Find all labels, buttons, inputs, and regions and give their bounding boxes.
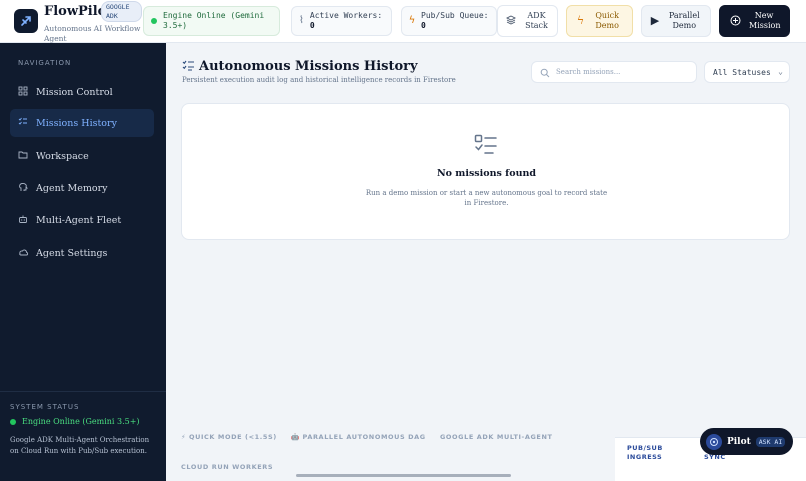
play-icon: ▶ (650, 14, 660, 27)
adk-stack-button[interactable]: ADK Stack (497, 5, 558, 37)
robot-icon (18, 214, 36, 227)
brand-tagline: Autonomous AI Workflow Agent (44, 24, 141, 43)
badge-line-2: ADK (106, 12, 118, 20)
zap-icon: ϟ (409, 15, 416, 26)
ask-ai-badge: ASK AI (755, 436, 786, 447)
pilot-label: Pilot (727, 436, 751, 447)
quick-demo-label: Quick Demo (595, 11, 619, 30)
badge-line-1: GOOGLE (106, 3, 130, 11)
parallel-demo-label: Parallel Demo (668, 11, 700, 30)
lightning-icon: ϟ (576, 14, 585, 27)
sidebar-item-missions-history[interactable]: Missions History (10, 109, 154, 137)
status-filter-select[interactable]: All Statuses ⌄ (704, 61, 790, 83)
footer-tag-cloud-run: CLOUD RUN WORKERS (181, 463, 274, 471)
online-dot-icon (151, 18, 157, 24)
sidebar-item-mission-control[interactable]: Mission Control (10, 78, 154, 106)
list-check-icon (18, 117, 36, 130)
empty-state-description: Run a demo mission or start a new autono… (365, 189, 608, 207)
pubsub-ingress-line-2: INGRESS (627, 453, 663, 461)
sidebar-item-agent-settings[interactable]: Agent Settings (10, 239, 154, 267)
footer-tag-quick-mode: ⚡ QUICK MODE (<1.5S) (181, 433, 277, 441)
pubsub-queue-pill: ϟ Pub/Sub Queue: 0 (401, 6, 497, 36)
folder-icon (18, 150, 36, 163)
parallel-demo-button[interactable]: ▶ Parallel Demo (641, 5, 711, 37)
chevron-down-icon: ⌄ (778, 67, 783, 76)
missions-history-icon (182, 60, 195, 75)
active-workers-label: Active Workers: (309, 11, 383, 20)
empty-state-card: No missions found Run a demo mission or … (181, 103, 790, 240)
navigation-title: NAVIGATION (18, 59, 72, 67)
page-subtitle: Persistent execution audit log and histo… (182, 76, 456, 84)
sidebar-item-label: Mission Control (36, 86, 113, 98)
activity-icon: ⌇ (299, 15, 304, 26)
sidebar-item-multi-agent-fleet[interactable]: Multi-Agent Fleet (10, 206, 154, 234)
engine-status-pill: Engine Online (Gemini 3.5+) (143, 6, 280, 36)
horizontal-scrollbar[interactable] (296, 474, 511, 477)
sidebar-item-label: Missions History (36, 117, 117, 129)
system-description: Google ADK Multi-Agent Orchestration on … (10, 436, 150, 455)
pilot-logo-icon (706, 433, 722, 450)
google-adk-badge: GOOGLE ADK (101, 1, 142, 22)
footer-tag-parallel-dag: 🤖 PARALLEL AUTONOMOUS DAG (291, 433, 426, 441)
search-box[interactable] (531, 61, 697, 83)
pubsub-ingress-line-1: PUB/SUB (627, 444, 663, 452)
brain-icon (18, 182, 36, 195)
sidebar-item-label: Agent Settings (36, 247, 108, 259)
quick-demo-button[interactable]: ϟ Quick Demo (566, 5, 633, 37)
sidebar-item-label: Workspace (36, 150, 89, 162)
online-dot-icon (10, 418, 16, 425)
pubsub-value: 0 (421, 21, 426, 30)
new-mission-label: New Mission (749, 11, 781, 30)
empty-list-icon (474, 134, 498, 160)
status-filter-value: All Statuses (713, 67, 771, 77)
pilot-ask-ai-button[interactable]: Pilot ASK AI (700, 428, 793, 455)
pubsub-ingress-link[interactable]: PUB/SUB INGRESS (627, 444, 663, 462)
cloud-icon (18, 247, 36, 260)
system-status-text: Engine Online (Gemini 3.5+) (22, 417, 140, 426)
new-mission-button[interactable]: New Mission (719, 5, 790, 37)
sidebar-item-label: Multi-Agent Fleet (36, 214, 122, 226)
empty-state-title: No missions found (436, 168, 537, 179)
active-workers-pill: ⌇ Active Workers: 0 (291, 6, 392, 36)
footer-tag-adk: GOOGLE ADK MULTI-AGENT (440, 433, 553, 441)
top-header: FlowPilot GOOGLE ADK Autonomous AI Workf… (0, 0, 806, 43)
pubsub-label: Pub/Sub Queue: (421, 11, 489, 20)
search-input[interactable] (556, 68, 686, 76)
flowpilot-logo-icon[interactable] (14, 9, 38, 33)
search-icon (540, 63, 550, 82)
system-status-title: SYSTEM STATUS (10, 403, 80, 411)
sidebar-item-agent-memory[interactable]: Agent Memory (10, 174, 154, 202)
system-status-indicator: Engine Online (Gemini 3.5+) (10, 417, 140, 426)
adk-stack-label: ADK Stack (525, 11, 548, 30)
page-title: Autonomous Missions History (199, 59, 418, 74)
sidebar-item-label: Agent Memory (36, 182, 108, 194)
sidebar-divider (0, 391, 166, 392)
active-workers-value: 0 (309, 21, 315, 30)
grid-icon (18, 86, 36, 99)
layers-icon (505, 15, 516, 27)
engine-status-text: Engine Online (Gemini 3.5+) (163, 11, 265, 30)
plus-circle-icon (730, 15, 741, 28)
sidebar: NAVIGATION Mission Control Missions Hist… (0, 43, 166, 481)
sidebar-item-workspace[interactable]: Workspace (10, 142, 154, 170)
